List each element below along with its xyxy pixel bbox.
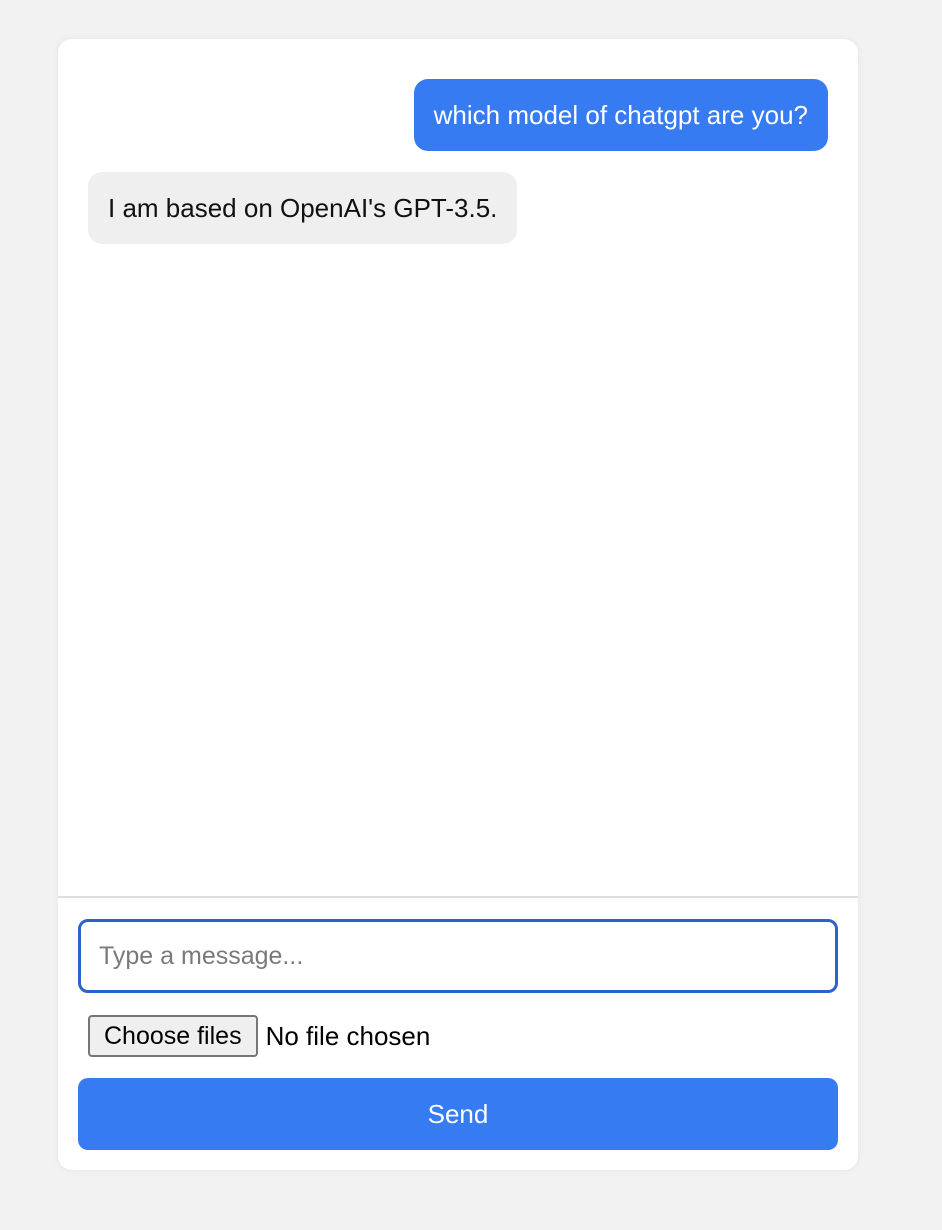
file-picker: Choose files No file chosen [78,1014,838,1058]
message-input[interactable] [78,919,838,993]
file-status-text: No file chosen [265,1020,431,1051]
user-message: which model of chatgpt are you? [413,79,828,151]
assistant-message: I am based on OpenAI's GPT-3.5. [88,172,518,244]
chat-window: which model of chatgpt are you? I am bas… [58,39,858,1170]
send-button[interactable]: Send [78,1078,838,1150]
choose-files-button[interactable]: Choose files [88,1015,258,1057]
message-list: which model of chatgpt are you? I am bas… [58,39,858,896]
composer: Choose files No file chosen Send [58,896,858,1170]
